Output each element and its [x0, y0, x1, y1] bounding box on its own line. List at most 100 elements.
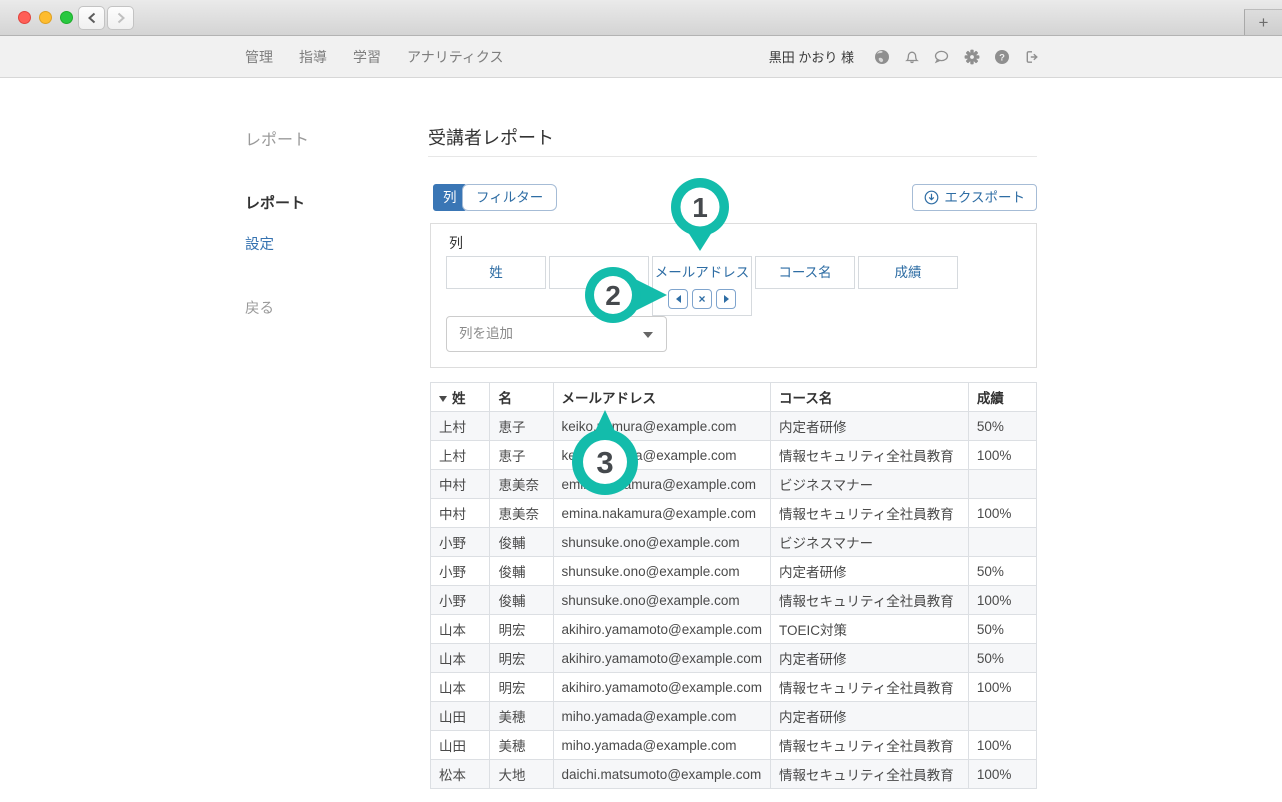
table-cell: 50%: [968, 644, 1036, 673]
move-column-left-button[interactable]: [668, 289, 688, 309]
table-cell: 100%: [968, 673, 1036, 702]
export-button-label: エクスポート: [944, 185, 1025, 210]
table-cell: 情報セキュリティ全社員教育: [771, 760, 969, 789]
table-cell: 山本: [431, 644, 490, 673]
column-chip-sei[interactable]: 姓: [446, 256, 546, 289]
table-cell: miho.yamada@example.com: [553, 731, 771, 760]
table-cell: emina.nakamura@example.com: [553, 499, 771, 528]
table-row[interactable]: 松本大地daichi.matsumoto@example.com情報セキュリティ…: [431, 760, 1037, 789]
move-column-right-button[interactable]: [716, 289, 736, 309]
table-cell: 俊輔: [490, 557, 553, 586]
svg-text:3: 3: [596, 445, 613, 480]
svg-text:2: 2: [605, 280, 621, 311]
table-cell: shunsuke.ono@example.com: [553, 557, 771, 586]
table-cell: 50%: [968, 557, 1036, 586]
table-cell: 中村: [431, 499, 490, 528]
table-cell: 上村: [431, 412, 490, 441]
table-cell: 100%: [968, 441, 1036, 470]
sidebar-item-back[interactable]: 戻る: [245, 297, 274, 318]
table-row[interactable]: 中村恵美奈emina.nakamura@example.com情報セキュリティ全…: [431, 499, 1037, 528]
chip-label: 姓: [447, 257, 545, 288]
table-cell: 山田: [431, 702, 490, 731]
header-course[interactable]: コース名: [771, 383, 969, 412]
callout-pin-1: 1: [668, 177, 732, 258]
table-cell: 100%: [968, 731, 1036, 760]
sidebar-item-report[interactable]: レポート: [245, 192, 305, 213]
sidebar-item-settings[interactable]: 設定: [245, 233, 274, 254]
table-cell: 上村: [431, 441, 490, 470]
table-cell: 情報セキュリティ全社員教育: [771, 673, 969, 702]
table-row[interactable]: 山田美穂miho.yamada@example.com内定者研修: [431, 702, 1037, 731]
table-row[interactable]: 山本明宏akihiro.yamamoto@example.comTOEIC対策5…: [431, 615, 1037, 644]
chevron-left-icon: [87, 12, 97, 24]
svg-text:1: 1: [692, 192, 708, 223]
table-row[interactable]: 小野俊輔shunsuke.ono@example.comビジネスマナー: [431, 528, 1037, 557]
table-cell: 俊輔: [490, 528, 553, 557]
table-cell: shunsuke.ono@example.com: [553, 586, 771, 615]
title-divider: [428, 156, 1037, 157]
table-row[interactable]: 山本明宏akihiro.yamamoto@example.com内定者研修50%: [431, 644, 1037, 673]
nav-item-gakushu[interactable]: 学習: [353, 47, 381, 67]
header-grade[interactable]: 成績: [968, 383, 1036, 412]
nav-item-shidou[interactable]: 指導: [299, 47, 327, 67]
table-cell: 俊輔: [490, 586, 553, 615]
toolbar: 列 フィルター エクスポート: [428, 184, 1037, 212]
browser-back-button[interactable]: [78, 6, 105, 30]
table-cell: 美穂: [490, 702, 553, 731]
header-sei[interactable]: 姓: [431, 383, 490, 412]
sidebar-section-label: レポート: [245, 126, 309, 150]
column-chips: 姓 メールアドレス × コース名 成績: [446, 256, 958, 316]
table-cell: 内定者研修: [771, 644, 969, 673]
table-cell: 情報セキュリティ全社員教育: [771, 499, 969, 528]
table-cell: 情報セキュリティ全社員教育: [771, 441, 969, 470]
table-row[interactable]: 山田美穂miho.yamada@example.com情報セキュリティ全社員教育…: [431, 731, 1037, 760]
add-column-placeholder: 列を追加: [459, 326, 513, 341]
table-header-row: 姓 名 メールアドレス コース名 成績: [431, 383, 1037, 412]
table-cell: TOEIC対策: [771, 615, 969, 644]
zoom-window-button[interactable]: [60, 11, 73, 24]
table-cell: 美穂: [490, 731, 553, 760]
table-cell: 恵子: [490, 412, 553, 441]
column-chip-grade[interactable]: 成績: [858, 256, 958, 289]
table-cell: 内定者研修: [771, 412, 969, 441]
table-row[interactable]: 小野俊輔shunsuke.ono@example.com内定者研修50%: [431, 557, 1037, 586]
callout-pin-2: 2: [585, 266, 669, 329]
table-cell: 情報セキュリティ全社員教育: [771, 731, 969, 760]
filter-tab-button[interactable]: フィルター: [462, 184, 557, 211]
minimize-window-button[interactable]: [39, 11, 52, 24]
remove-icon: ×: [698, 292, 705, 306]
table-cell: [968, 470, 1036, 499]
table-row[interactable]: 中村恵美奈emina.nakamura@example.comビジネスマナー: [431, 470, 1037, 499]
table-cell: [968, 702, 1036, 731]
table-row[interactable]: 上村恵子keiko.uemura@example.com内定者研修50%: [431, 412, 1037, 441]
remove-column-button[interactable]: ×: [692, 289, 712, 309]
columns-panel: 列 姓 メールアドレス × コース名 成績: [430, 223, 1037, 368]
table-row[interactable]: 上村恵子keiko.uemura@example.com情報セキュリティ全社員教…: [431, 441, 1037, 470]
nav-item-kanri[interactable]: 管理: [245, 47, 273, 67]
table-cell: 情報セキュリティ全社員教育: [771, 586, 969, 615]
table-cell: 100%: [968, 499, 1036, 528]
header-mei[interactable]: 名: [490, 383, 553, 412]
table-row[interactable]: 山本明宏akihiro.yamamoto@example.com情報セキュリティ…: [431, 673, 1037, 702]
column-chip-course[interactable]: コース名: [755, 256, 855, 289]
table-cell: 恵子: [490, 441, 553, 470]
right-triangle-icon: [724, 295, 729, 303]
table-cell: 100%: [968, 586, 1036, 615]
page-title: 受講者レポート: [428, 124, 554, 150]
callout-pin-3: 3: [570, 407, 640, 502]
table-cell: miho.yamada@example.com: [553, 702, 771, 731]
table-cell: 小野: [431, 528, 490, 557]
table-cell: shunsuke.ono@example.com: [553, 528, 771, 557]
close-window-button[interactable]: [18, 11, 31, 24]
table-cell: akihiro.yamamoto@example.com: [553, 644, 771, 673]
download-icon: [924, 190, 939, 205]
table-row[interactable]: 小野俊輔shunsuke.ono@example.com情報セキュリティ全社員教…: [431, 586, 1037, 615]
new-tab-button[interactable]: +: [1244, 9, 1282, 35]
chevron-down-icon: [643, 332, 653, 338]
export-button[interactable]: エクスポート: [912, 184, 1037, 211]
table-cell: ビジネスマナー: [771, 470, 969, 499]
browser-forward-button[interactable]: [107, 6, 134, 30]
table-cell: 小野: [431, 586, 490, 615]
table-cell: 恵美奈: [490, 499, 553, 528]
main-content: 受講者レポート 列 フィルター エクスポート 列 姓 メールアドレス ×: [428, 0, 1037, 802]
